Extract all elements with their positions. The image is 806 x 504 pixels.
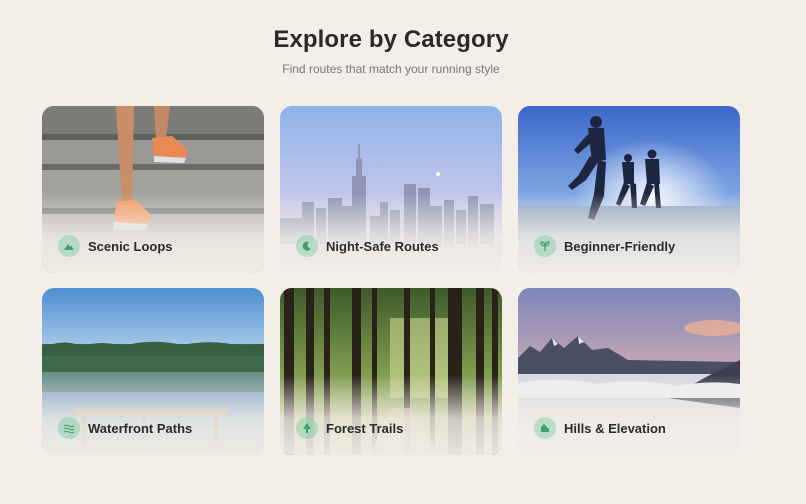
- card-label: Forest Trails: [326, 420, 404, 436]
- category-card-hills-elevation[interactable]: Hills & Elevation: [518, 288, 740, 455]
- card-label: Night-Safe Routes: [326, 238, 439, 254]
- card-label-row: Waterfront Paths: [58, 417, 192, 439]
- card-fade: [518, 375, 740, 455]
- category-page: Explore by Category Find routes that mat…: [0, 0, 806, 504]
- card-label: Waterfront Paths: [88, 420, 193, 436]
- tree-icon: [296, 417, 318, 439]
- category-card-beginner-friendly[interactable]: Beginner-Friendly: [518, 106, 740, 273]
- hill-icon: [534, 417, 556, 439]
- sprout-icon: [534, 235, 556, 257]
- category-card-night-safe-routes[interactable]: Night-Safe Routes: [280, 106, 502, 273]
- card-label-row: Hills & Elevation: [534, 417, 666, 439]
- card-fade: [42, 375, 264, 455]
- card-label-row: Forest Trails: [296, 417, 403, 439]
- category-grid: Scenic Loops Night-Safe Routes Beginner-…: [42, 106, 740, 455]
- card-label-row: Beginner-Friendly: [534, 235, 675, 257]
- category-card-waterfront-paths[interactable]: Waterfront Paths: [42, 288, 264, 455]
- waves-icon: [58, 417, 80, 439]
- card-label: Beginner-Friendly: [564, 238, 676, 254]
- card-label: Scenic Loops: [88, 238, 173, 254]
- category-card-forest-trails[interactable]: Forest Trails: [280, 288, 502, 455]
- card-fade: [42, 193, 264, 273]
- moon-icon: [296, 235, 318, 257]
- card-fade: [280, 375, 502, 455]
- card-fade: [280, 193, 502, 273]
- page-title: Explore by Category: [273, 26, 509, 53]
- card-fade: [518, 193, 740, 273]
- mountain-icon: [58, 235, 80, 257]
- category-card-scenic-loops[interactable]: Scenic Loops: [42, 106, 264, 273]
- card-label-row: Night-Safe Routes: [296, 235, 439, 257]
- card-label-row: Scenic Loops: [58, 235, 173, 257]
- page-subtitle: Find routes that match your running styl…: [282, 62, 500, 76]
- card-label: Hills & Elevation: [564, 420, 666, 436]
